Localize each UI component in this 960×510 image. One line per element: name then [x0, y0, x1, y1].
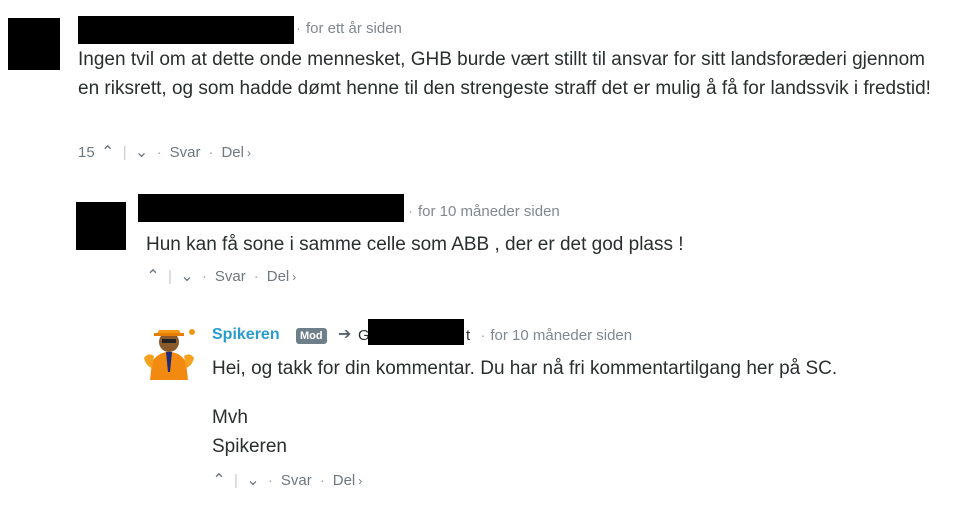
- mascot-avatar-icon: [140, 322, 198, 380]
- author-name-redacted[interactable]: [78, 16, 294, 44]
- comment-text: Hei, og takk for din kommentar. Du har n…: [212, 354, 952, 461]
- reply-to-arrow-icon: ➔: [338, 326, 352, 343]
- upvote-icon[interactable]: ⌃: [146, 266, 160, 286]
- share-button[interactable]: Del ›: [333, 472, 363, 489]
- comment-text: Hun kan få sone i samme celle som ABB , …: [146, 234, 684, 255]
- chevron-right-icon: ›: [292, 269, 297, 284]
- upvote-icon[interactable]: ⌃: [212, 470, 226, 490]
- share-button[interactable]: Del ›: [221, 144, 251, 161]
- comment-text-line: Spikeren: [212, 436, 287, 457]
- share-button[interactable]: Del ›: [267, 268, 297, 285]
- comment-timestamp[interactable]: · for ett år siden: [296, 20, 402, 37]
- avatar-spikeren[interactable]: [140, 322, 198, 380]
- downvote-icon[interactable]: ⌄: [135, 142, 149, 162]
- comment-actions: ⌃ | ⌄ · Svar · Del ›: [146, 266, 297, 286]
- divider: |: [122, 143, 127, 161]
- divider: |: [234, 471, 238, 489]
- chevron-right-icon: ›: [246, 145, 251, 160]
- reply-to-name-redacted: [368, 319, 464, 345]
- reply-button[interactable]: Svar: [281, 472, 312, 489]
- comment-timestamp[interactable]: · for 10 måneder siden: [408, 203, 560, 220]
- avatar-redacted[interactable]: [8, 18, 60, 70]
- reply-button[interactable]: Svar: [215, 268, 246, 285]
- author-name[interactable]: Spikeren: [212, 326, 280, 344]
- avatar-redacted[interactable]: [76, 202, 126, 250]
- comment-text-line: Mvh: [212, 407, 248, 428]
- reply-button[interactable]: Svar: [170, 144, 201, 161]
- vote-count: 15: [78, 143, 95, 161]
- divider: |: [168, 267, 172, 285]
- author-name-redacted[interactable]: [138, 194, 404, 222]
- moderator-badge: Mod: [296, 328, 327, 344]
- chevron-right-icon: ›: [358, 473, 363, 488]
- downvote-icon[interactable]: ⌄: [246, 470, 260, 490]
- downvote-icon[interactable]: ⌄: [180, 266, 194, 286]
- comment-text-line: Hei, og takk for din kommentar. Du har n…: [212, 358, 838, 379]
- comment-text: Ingen tvil om at dette onde mennesket, G…: [78, 49, 931, 99]
- upvote-icon[interactable]: ⌃: [101, 142, 115, 162]
- comment-timestamp[interactable]: t · for 10 måneder siden: [466, 327, 632, 344]
- comment-actions: ⌃ | ⌄ · Svar · Del ›: [212, 470, 363, 490]
- comment-actions: 15 ⌃ | ⌄ · Svar · Del ›: [78, 142, 251, 162]
